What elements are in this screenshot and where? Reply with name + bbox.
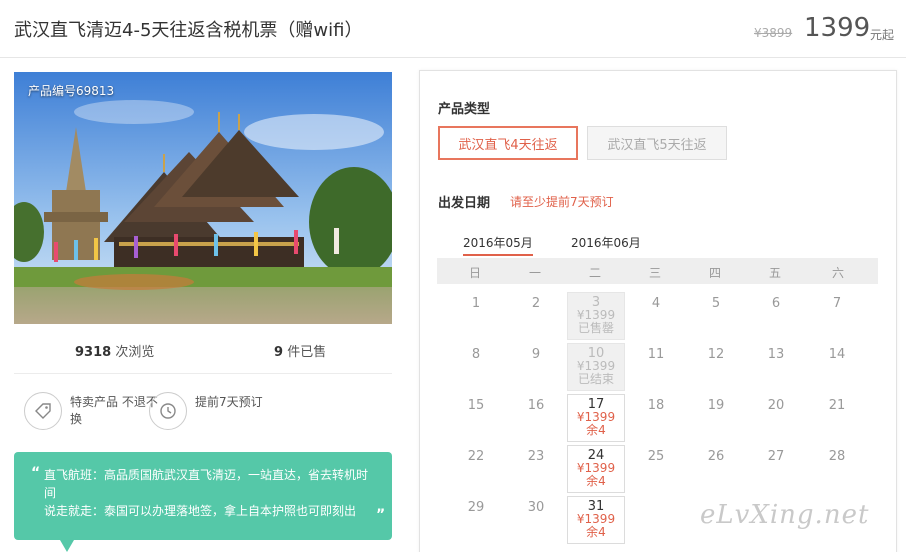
calendar-day: 18 — [647, 398, 665, 413]
calendar-day-cell-available[interactable]: 31 ¥1399 余4 — [567, 496, 625, 544]
calendar-day: 8 — [471, 347, 481, 362]
calendar-day: 11 — [647, 347, 665, 362]
calendar-day: 5 — [711, 296, 721, 311]
clock-icon — [149, 392, 187, 430]
calendar-day: 27 — [767, 449, 785, 464]
note-line-1: 直飞航班：高品质国航武汉直飞清迈，一站直达，省去转机时间 — [44, 468, 369, 500]
note-pointer — [60, 540, 74, 552]
calendar-day: 2 — [531, 296, 541, 311]
calendar-day-cell: 3 ¥1399 已售罄 — [567, 292, 625, 340]
calendar-day: 1 — [471, 296, 481, 311]
calendar-day: 20 — [767, 398, 785, 413]
page-header: 武汉直飞清迈4-5天往返含税机票（赠wifi） ¥3899 1399 元起 — [0, 0, 906, 58]
weekday: 四 — [709, 266, 722, 280]
calendar-day: 9 — [531, 347, 541, 362]
date-hint: 请至少提前7天预订 — [510, 195, 614, 209]
calendar-day: 14 — [828, 347, 846, 362]
day-status: 余4 — [586, 423, 606, 437]
booking-panel: 产品类型 武汉直飞4天往返 武汉直飞5天往返 出发日期 请至少提前7天预订 20… — [419, 70, 897, 552]
feature-text: 提前7天预订 — [195, 395, 263, 409]
current-price: 1399 — [804, 13, 871, 43]
feature-text: 特卖产品 不退不换 — [70, 395, 158, 426]
calendar-day-cell-available[interactable]: 17 ¥1399 余4 — [567, 394, 625, 442]
calendar-day: 25 — [647, 449, 665, 464]
product-photo[interactable]: 产品编号69813 — [14, 72, 392, 324]
product-code: 产品编号69813 — [28, 84, 115, 98]
weekday: 六 — [832, 266, 845, 280]
month-tab-may[interactable]: 2016年05月 — [463, 234, 533, 256]
site-watermark: eLvXing.net — [700, 500, 870, 530]
views-count: 9318 — [75, 345, 112, 360]
open-quote-icon: “ — [31, 465, 41, 481]
type-option-4day[interactable]: 武汉直飞4天往返 — [438, 126, 578, 160]
original-price: ¥3899 — [754, 26, 793, 40]
sold-stat: 9 件已售 — [274, 341, 326, 360]
weekday: 二 — [589, 266, 602, 280]
weekday: 日 — [469, 266, 482, 280]
page-title: 武汉直飞清迈4-5天往返含税机票（赠wifi） — [14, 20, 363, 41]
tag-icon — [24, 392, 62, 430]
highlight-note: “ 直飞航班：高品质国航武汉直飞清迈，一站直达，省去转机时间 说走就走：泰国可以… — [14, 452, 392, 540]
calendar-day: 26 — [707, 449, 725, 464]
calendar-day: 16 — [527, 398, 545, 413]
calendar-day: 30 — [527, 500, 545, 515]
price-unit: 元起 — [870, 28, 895, 42]
type-option-5day[interactable]: 武汉直飞5天往返 — [587, 126, 727, 160]
calendar-day: 28 — [828, 449, 846, 464]
calendar-day: 29 — [467, 500, 485, 515]
calendar-day-cell-available[interactable]: 24 ¥1399 余4 — [567, 445, 625, 493]
calendar-day: 4 — [651, 296, 661, 311]
day-status: 已售罄 — [577, 321, 614, 335]
product-stats: 9318 次浏览 9 件已售 — [14, 324, 392, 374]
calendar-day: 23 — [527, 449, 545, 464]
calendar-day: 19 — [707, 398, 725, 413]
sold-count: 9 — [274, 345, 284, 360]
weekday: 一 — [529, 266, 542, 280]
month-tab-june[interactable]: 2016年06月 — [571, 234, 641, 251]
views-stat: 9318 次浏览 — [75, 341, 154, 360]
note-line-2: 说走就走：泰国可以办理落地签，拿上自本护照也可即刻出 — [44, 504, 357, 518]
sold-label: 件已售 — [287, 345, 327, 360]
calendar-day: 6 — [771, 296, 781, 311]
calendar-day: 12 — [707, 347, 725, 362]
day-status: 余4 — [586, 474, 606, 488]
product-type-label: 产品类型 — [438, 102, 491, 117]
calendar-day: 15 — [467, 398, 485, 413]
calendar-day: 21 — [828, 398, 846, 413]
close-quote-icon: ” — [376, 507, 386, 523]
weekday: 三 — [649, 266, 662, 280]
calendar-day: 22 — [467, 449, 485, 464]
day-status: 已结束 — [577, 372, 614, 386]
calendar-weekday-header: 日 一 二 三 四 五 六 — [437, 258, 878, 284]
calendar-day: 7 — [832, 296, 842, 311]
calendar-day-cell: 10 ¥1399 已结束 — [567, 343, 625, 391]
views-label: 次浏览 — [115, 345, 155, 360]
departure-date-label: 出发日期 — [438, 196, 491, 211]
calendar-day: 13 — [767, 347, 785, 362]
weekday: 五 — [769, 266, 782, 280]
day-status: 余4 — [586, 525, 606, 539]
